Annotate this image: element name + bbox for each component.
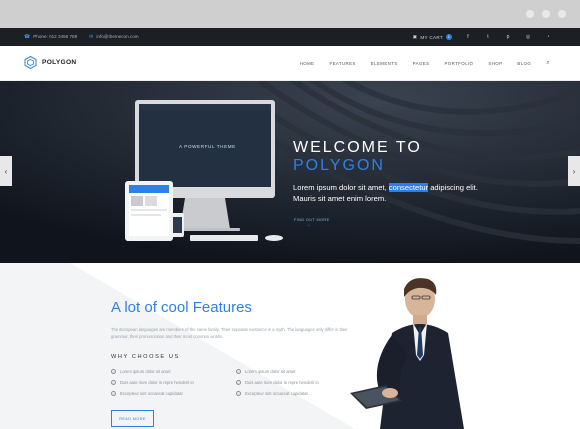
nav-features[interactable]: FEATURES xyxy=(329,61,355,67)
nav-blog[interactable]: BLOG xyxy=(517,61,531,67)
screen-caption: A POWERFUL THEME xyxy=(179,144,236,149)
list-item: ✓ Lorem ipsum dolor sit amet xyxy=(111,369,171,374)
pinterest-icon[interactable]: p xyxy=(504,34,512,40)
section-background xyxy=(0,263,355,429)
nav-portfolio[interactable]: PORTFOLIO xyxy=(444,61,473,67)
cart-icon: ▣ xyxy=(412,34,418,39)
hero-background xyxy=(0,81,580,263)
check-circle-icon: ✓ xyxy=(236,369,241,374)
window-dot[interactable] xyxy=(558,10,566,18)
features-list-left: ✓ Lorem ipsum dolor sit amet ✓ Duis aute i… xyxy=(111,366,194,399)
features-title: A lot of cool Features xyxy=(111,299,252,316)
instagram-icon[interactable]: ◎ xyxy=(524,34,532,40)
check-circle-icon: ✓ xyxy=(111,380,116,385)
read-more-button[interactable]: READ MORE xyxy=(111,410,154,427)
list-item: ✓ Duis aute irure dolor in repre henderit… xyxy=(236,380,319,385)
nav-home[interactable]: HOME xyxy=(300,61,315,67)
nav-pages[interactable]: PAGES xyxy=(413,61,430,67)
main-menu: HOME FEATURES ELEMENTS PAGES PORTFOLIO S… xyxy=(300,60,550,67)
highlighted-word: consectetur xyxy=(388,183,429,192)
features-section xyxy=(0,263,580,429)
hero-slider: ‹ › A POWERFUL THEME xyxy=(0,81,580,263)
list-item: ✓ Duis aute irure dolor in repre henderit… xyxy=(111,380,194,385)
nav-shop[interactable]: SHOP xyxy=(488,61,502,67)
list-item: ✓ Lorem ipsum dolor sit amet xyxy=(236,369,296,374)
facebook-icon[interactable]: f xyxy=(464,34,472,40)
nav-elements[interactable]: ELEMENTS xyxy=(371,61,398,67)
search-icon[interactable]: ⌕ xyxy=(546,60,550,67)
check-circle-icon: ✓ xyxy=(236,380,241,385)
check-circle-icon: ✓ xyxy=(236,391,241,396)
logo-text: POLYGON xyxy=(42,59,77,66)
chevron-down-icon: ⌄ xyxy=(307,222,311,227)
hero-title: WELCOME TO POLYGON xyxy=(293,139,422,174)
check-circle-icon: ✓ xyxy=(111,391,116,396)
tablet-illustration xyxy=(125,181,173,241)
phone-icon: ☎ xyxy=(24,34,31,40)
cart-link[interactable]: ▣ MY CART 1 xyxy=(413,34,452,40)
rss-icon[interactable]: ◔ xyxy=(544,34,552,40)
twitter-icon[interactable]: t xyxy=(484,34,492,40)
keyboard-illustration xyxy=(190,235,283,241)
list-item: ✓ Excepteur sint occaecat cupidatat xyxy=(111,391,183,396)
cart-count-badge: 1 xyxy=(446,34,452,40)
why-choose-heading: WHY CHOOSE US xyxy=(111,354,180,360)
features-description: The European languages are members of th… xyxy=(111,327,348,339)
phone-info: ☎ Phone: 012 3456 789 xyxy=(24,34,78,40)
slider-prev-arrow[interactable]: ‹ xyxy=(0,156,12,186)
polygon-logo-icon xyxy=(24,56,37,69)
window-dot[interactable] xyxy=(526,10,534,18)
window-dot[interactable] xyxy=(542,10,550,18)
hero-title-line2: POLYGON xyxy=(293,156,385,174)
logo[interactable]: POLYGON xyxy=(24,56,76,69)
mail-icon: ✉ xyxy=(89,34,94,40)
phone-illustration xyxy=(171,213,184,237)
email-info[interactable]: ✉ info@themecon.com xyxy=(89,34,138,40)
find-out-more-link[interactable]: FIND OUT MORE ⌄ xyxy=(294,218,330,227)
hero-title-line1: WELCOME TO xyxy=(293,139,422,156)
main-navbar: POLYGON HOME FEATURES ELEMENTS PAGES POR… xyxy=(0,46,580,81)
list-item: ✓ Excepteur sint occaecat cupidatat xyxy=(236,391,308,396)
top-bar: ☎ Phone: 012 3456 789 ✉ info@themecon.com … xyxy=(0,28,580,46)
window-dots xyxy=(526,10,566,18)
hero-text: Lorem ipsum dolor sit amet, consectetur … xyxy=(293,183,478,203)
browser-chrome xyxy=(0,0,580,28)
slider-next-arrow[interactable]: › xyxy=(568,156,580,186)
features-list-right: ✓ Lorem ipsum dolor sit amet ✓ Duis aute i… xyxy=(236,366,319,399)
businessman-image xyxy=(350,278,464,429)
check-circle-icon: ✓ xyxy=(111,369,116,374)
